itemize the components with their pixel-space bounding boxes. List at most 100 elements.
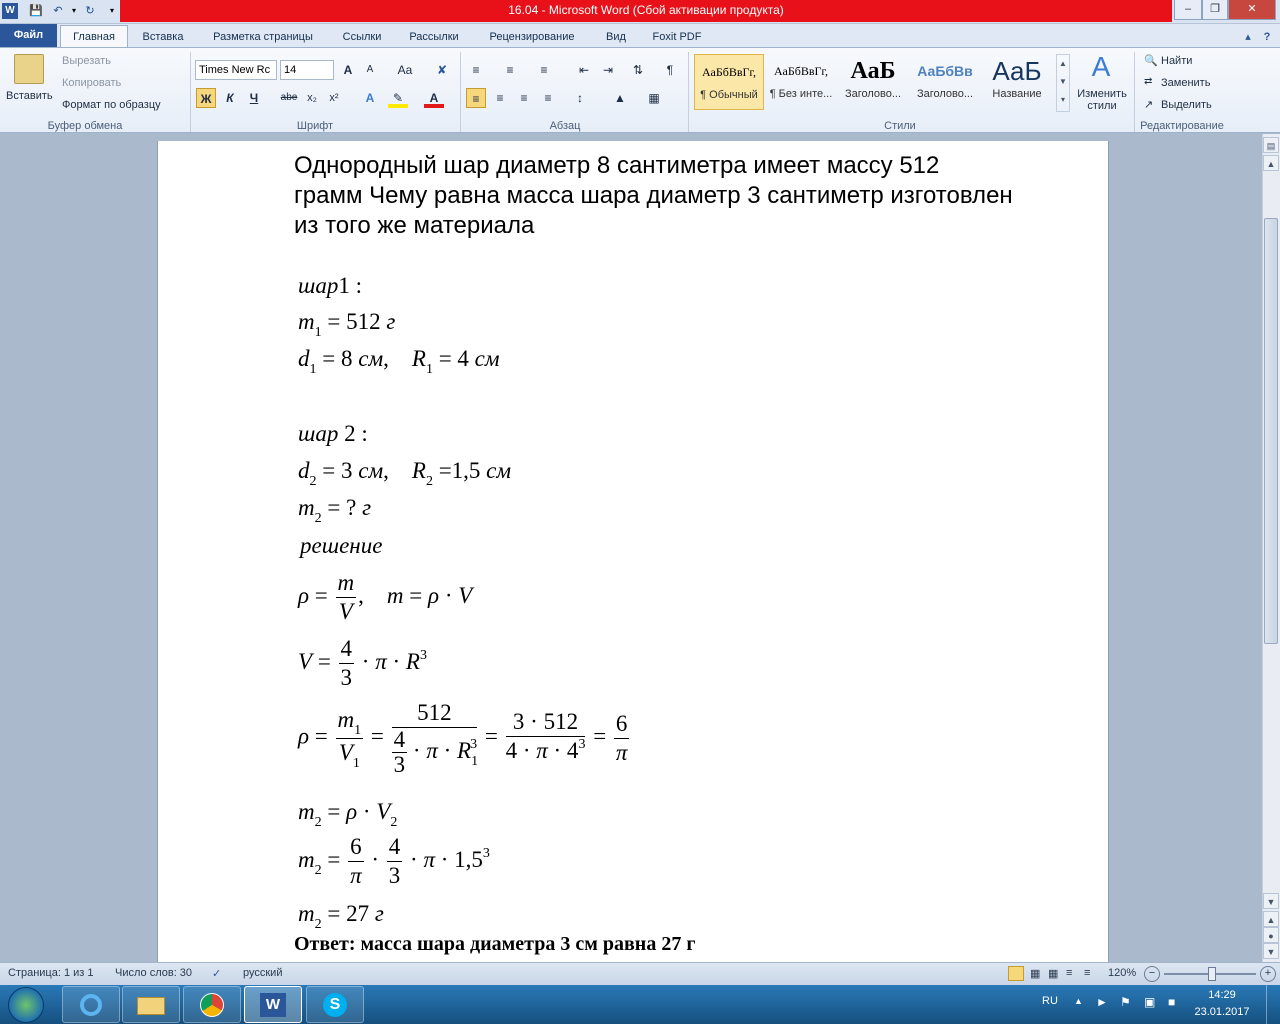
zoom-out-icon[interactable]: − (1144, 966, 1160, 982)
customize-toolbar-icon[interactable]: ▾ (104, 3, 120, 19)
zoom-slider-thumb[interactable] (1208, 967, 1216, 981)
find-button[interactable]: Найти (1161, 55, 1192, 67)
grow-font-button[interactable]: A (338, 60, 358, 80)
bullets-icon[interactable]: ≡ (466, 60, 486, 80)
network-icon[interactable]: ▣ (1144, 995, 1155, 1009)
font-name-combo[interactable]: Times New Rc (195, 60, 277, 80)
subscript-button[interactable]: x₂ (302, 88, 322, 108)
redo-icon[interactable]: ↻ (82, 3, 98, 19)
font-color-icon[interactable]: A (424, 88, 444, 108)
full-screen-reading-icon[interactable]: ▦ (1030, 967, 1040, 980)
keyboard-language[interactable]: RU (1042, 995, 1058, 1007)
bold-button[interactable]: Ж (196, 88, 216, 108)
clock-time[interactable]: 14:29 (1190, 989, 1254, 1001)
previous-page-icon[interactable]: ▲ (1263, 911, 1279, 927)
change-styles-icon[interactable]: A (1086, 52, 1116, 82)
scroll-down-icon[interactable]: ▼ (1263, 893, 1279, 909)
sort-icon[interactable]: ⇅ (628, 60, 648, 80)
chrome-icon[interactable] (183, 986, 241, 1023)
undo-dropdown-icon[interactable]: ▾ (66, 3, 82, 19)
zoom-level[interactable]: 120% (1108, 967, 1136, 979)
numbering-icon[interactable]: ≡ (500, 60, 520, 80)
cut-button[interactable]: Вырезать (62, 55, 111, 67)
multilevel-list-icon[interactable]: ≡ (534, 60, 554, 80)
page-count[interactable]: Страница: 1 из 1 (8, 967, 94, 979)
restore-button[interactable]: ❐ (1202, 0, 1228, 20)
save-icon[interactable]: 💾 (28, 3, 44, 19)
tab-references[interactable]: Ссылки (332, 28, 392, 46)
align-center-icon[interactable]: ≡ (490, 88, 510, 108)
style-heading1[interactable]: АаБ Заголово... (838, 54, 908, 110)
show-marks-button[interactable]: ¶ (660, 60, 680, 80)
power-icon[interactable]: ■ (1168, 995, 1175, 1009)
tray-expand-icon[interactable]: ▲ (1074, 996, 1083, 1006)
outline-icon[interactable]: ≡ (1066, 967, 1072, 979)
style-normal[interactable]: АаБбВвГг, ¶ Обычный (694, 54, 764, 110)
tab-mailings[interactable]: Рассылки (398, 28, 470, 46)
justify-icon[interactable]: ≡ (538, 88, 558, 108)
replace-button[interactable]: Заменить (1161, 77, 1210, 89)
underline-button[interactable]: Ч (244, 88, 264, 108)
tab-home[interactable]: Главная (60, 25, 128, 48)
superscript-button[interactable]: x² (324, 88, 344, 108)
next-page-icon[interactable]: ▼ (1263, 943, 1279, 959)
scroll-thumb[interactable] (1264, 218, 1278, 644)
file-explorer-icon[interactable] (122, 986, 180, 1023)
italic-button[interactable]: К (220, 88, 240, 108)
draft-icon[interactable]: ≡ (1084, 967, 1090, 979)
ruler-toggle-icon[interactable]: ▤ (1263, 137, 1279, 153)
tab-insert[interactable]: Вставка (130, 28, 196, 46)
styles-scroll-icon[interactable]: ▲ ▼ ▾ (1056, 54, 1070, 112)
strikethrough-button[interactable]: abe (276, 88, 302, 108)
web-layout-icon[interactable]: ▦ (1048, 967, 1058, 980)
clipboard-icon[interactable] (14, 54, 44, 84)
change-case-button[interactable]: Aa (392, 60, 418, 80)
minimize-button[interactable]: – (1174, 0, 1202, 20)
tab-file[interactable]: Файл (0, 24, 57, 47)
word-logo-icon[interactable]: W (2, 3, 18, 19)
show-desktop-button[interactable] (1266, 985, 1280, 1024)
tab-view[interactable]: Вид (596, 28, 636, 46)
print-layout-icon[interactable] (1008, 966, 1024, 981)
clock-date[interactable]: 23.01.2017 (1190, 1006, 1254, 1018)
internet-explorer-icon[interactable] (62, 986, 120, 1023)
tab-review[interactable]: Рецензирование (476, 28, 588, 46)
browse-object-icon[interactable]: ● (1263, 927, 1279, 943)
shrink-font-button[interactable]: A (360, 60, 380, 80)
format-painter-button[interactable]: Формат по образцу (62, 99, 161, 111)
align-right-icon[interactable]: ≡ (514, 88, 534, 108)
change-styles-button[interactable]: Изменить стили (1074, 88, 1130, 112)
proofing-icon[interactable]: ✓ (212, 967, 221, 980)
align-left-icon[interactable]: ≡ (466, 88, 486, 108)
tab-page-layout[interactable]: Разметка страницы (202, 28, 324, 46)
close-button[interactable]: ✕ (1228, 0, 1276, 20)
text-effects-icon[interactable]: A (360, 88, 380, 108)
shading-icon[interactable]: ▲ (610, 88, 630, 108)
zoom-in-icon[interactable]: + (1260, 966, 1276, 982)
undo-icon[interactable]: ↶ (50, 3, 66, 19)
style-title[interactable]: АаБ Название (982, 54, 1052, 110)
highlight-icon[interactable]: ✎ (388, 88, 408, 108)
increase-indent-icon[interactable]: ⇥ (598, 60, 618, 80)
word-taskbar-icon[interactable]: W (244, 986, 302, 1023)
copy-button[interactable]: Копировать (62, 77, 121, 89)
action-center-icon[interactable]: ⚑ (1120, 995, 1131, 1009)
style-heading2[interactable]: АаБбВв Заголово... (910, 54, 980, 110)
help-icon[interactable]: ? (1258, 28, 1276, 46)
document-page[interactable]: Однородный шар диаметр 8 сантиметра имее… (157, 141, 1109, 962)
style-no-spacing[interactable]: АаБбВвГг, ¶ Без инте... (766, 54, 836, 110)
start-button-icon[interactable] (8, 987, 44, 1023)
tab-foxit-pdf[interactable]: Foxit PDF (644, 28, 710, 46)
minimize-ribbon-icon[interactable]: ▴ (1240, 28, 1256, 46)
language-indicator[interactable]: русский (243, 967, 282, 979)
font-size-combo[interactable]: 14 (280, 60, 334, 80)
decrease-indent-icon[interactable]: ⇤ (574, 60, 594, 80)
word-count[interactable]: Число слов: 30 (115, 967, 192, 979)
paste-button[interactable]: Вставить (6, 90, 53, 102)
volume-icon[interactable]: ► (1096, 995, 1108, 1009)
borders-icon[interactable]: ▦ (644, 88, 664, 108)
line-spacing-icon[interactable]: ↕ (570, 88, 590, 108)
scroll-up-icon[interactable]: ▲ (1263, 155, 1279, 171)
skype-icon[interactable]: S (306, 986, 364, 1023)
clear-formatting-icon[interactable]: ✘ (432, 60, 452, 80)
